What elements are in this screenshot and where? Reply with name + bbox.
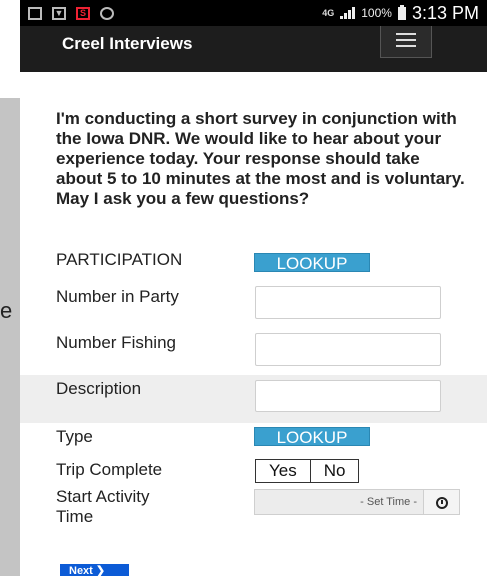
network-type: 4G <box>322 8 335 18</box>
app-title: Creel Interviews <box>62 34 193 53</box>
set-time-button[interactable] <box>424 489 460 515</box>
background-text: e <box>0 298 13 323</box>
start-activity-time-label: Start Activity Time <box>56 487 150 527</box>
intro-text: I'm conducting a short survey in conjunc… <box>56 109 465 208</box>
trip-complete-toggle: Yes No <box>255 459 360 483</box>
wifi-hotspot-icon <box>100 6 114 20</box>
description-label: Description <box>56 379 142 398</box>
description-input[interactable] <box>255 380 441 412</box>
menu-icon-bar <box>396 39 416 41</box>
type-label: Type <box>56 427 93 446</box>
app-bar: Creel Interviews <box>20 26 487 72</box>
trip-complete-no[interactable]: No <box>309 460 359 482</box>
status-bar: ▼ S 4G 100% 3:13 PM <box>20 0 487 26</box>
battery-percent: 100% <box>361 6 392 20</box>
start-activity-time-field[interactable]: - Set Time - <box>254 489 424 515</box>
next-button-label: Next <box>69 565 93 576</box>
type-lookup-button[interactable]: LOOKUP <box>254 427 370 447</box>
start-activity-label-line1: Start Activity <box>56 487 150 506</box>
menu-icon-bar <box>396 45 416 47</box>
phone-screen: ▼ S 4G 100% 3:13 PM Creel Interviews I'm… <box>20 0 487 576</box>
trip-complete-yes[interactable]: Yes <box>256 460 310 482</box>
next-button[interactable]: Next ❯ <box>60 564 129 576</box>
menu-button[interactable] <box>380 26 432 58</box>
background-window-edge <box>0 72 20 98</box>
clock-icon <box>436 497 448 509</box>
number-fishing-label: Number Fishing <box>56 333 176 352</box>
start-activity-label-line2: Time <box>56 507 94 526</box>
app-s-icon: S <box>76 6 90 20</box>
download-icon: ▼ <box>52 6 66 20</box>
clock-time: 3:13 PM <box>411 2 479 23</box>
trip-complete-label: Trip Complete <box>56 460 163 479</box>
number-in-party-label: Number in Party <box>56 287 179 306</box>
signal-icon <box>340 7 356 19</box>
menu-icon <box>396 33 416 35</box>
participation-label: PARTICIPATION <box>56 250 183 269</box>
chevron-right-icon: ❯ <box>95 565 106 576</box>
number-in-party-input[interactable] <box>255 286 441 319</box>
number-fishing-input[interactable] <box>255 333 441 366</box>
screenshot-icon <box>28 6 42 20</box>
battery-icon <box>397 4 406 20</box>
participation-lookup-button[interactable]: LOOKUP <box>254 253 370 273</box>
